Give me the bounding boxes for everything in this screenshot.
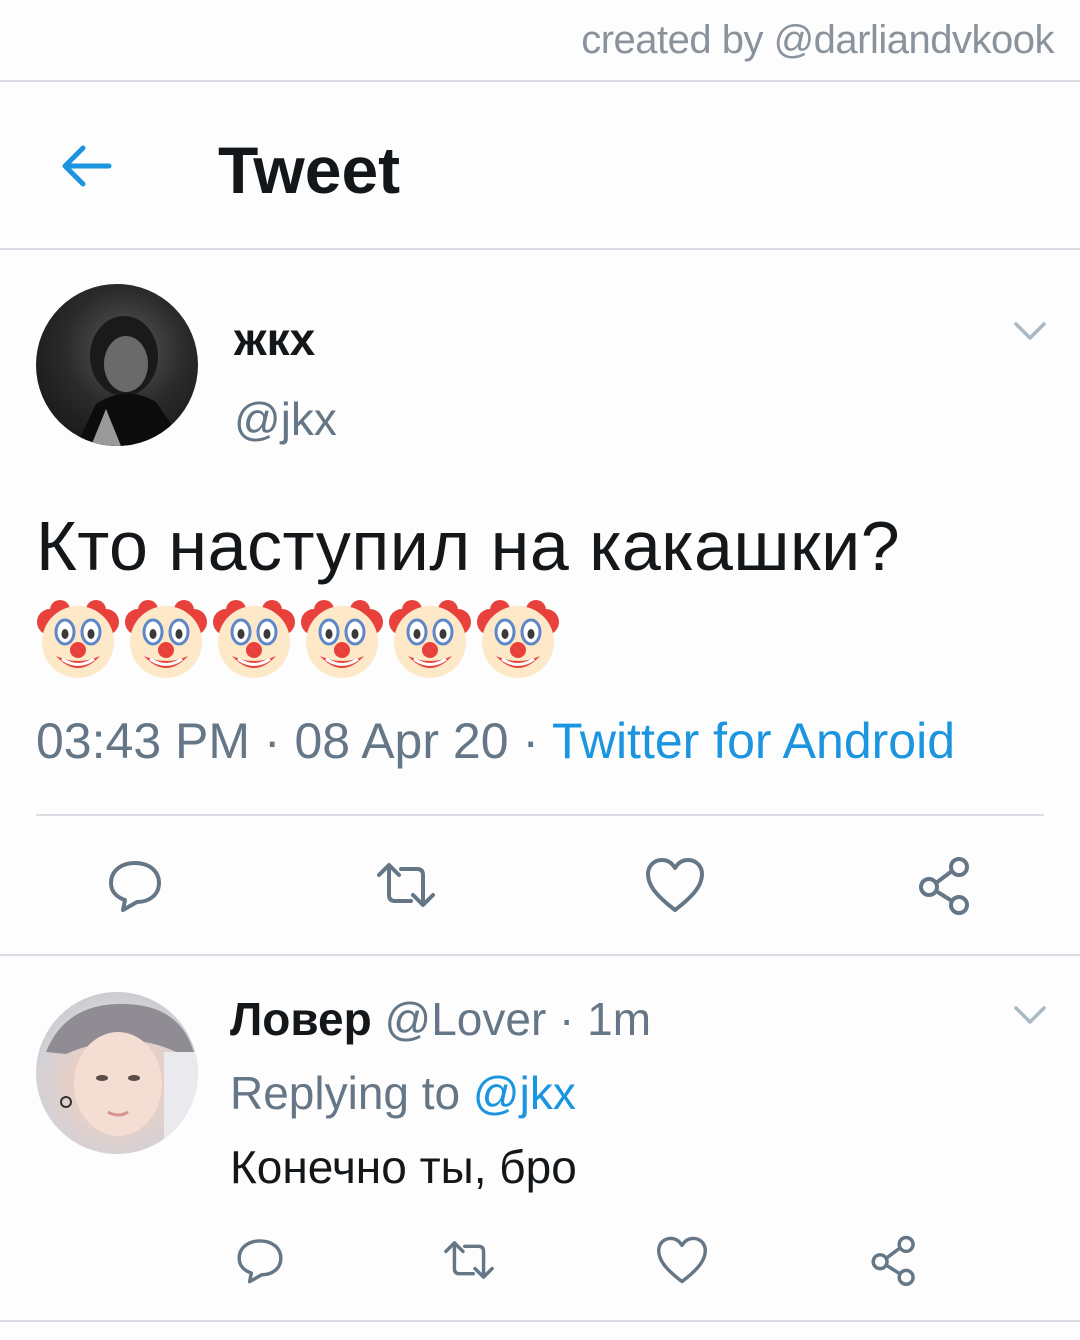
replying-to-mention[interactable]: @jkx: [473, 1067, 576, 1119]
retweet-button[interactable]: [368, 850, 444, 920]
author-name[interactable]: жкх: [234, 312, 315, 366]
tweet-time: 03:43 PM: [36, 713, 251, 769]
like-icon: [656, 1236, 707, 1284]
share-icon: [919, 857, 969, 915]
reply-button[interactable]: [230, 1230, 290, 1290]
author-handle[interactable]: @jkx: [234, 392, 337, 446]
avatar[interactable]: [36, 284, 198, 446]
share-button[interactable]: [864, 1230, 924, 1290]
watermark: created by @darliandvkook: [581, 18, 1054, 62]
reply-time: 1m: [587, 993, 652, 1045]
tweet-text: Кто наступил на какашки?: [36, 507, 901, 585]
arrow-left-icon: [62, 145, 112, 187]
reply-icon: [109, 861, 161, 912]
clown-face-icon: [124, 596, 208, 682]
clown-face-icon: [476, 596, 560, 682]
share-button[interactable]: [910, 850, 980, 920]
reply-icon: [237, 1239, 283, 1284]
clown-face-icon: [36, 596, 120, 682]
divider: [0, 80, 1080, 82]
back-button[interactable]: [50, 136, 120, 196]
avatar-photo: [46, 1003, 198, 1154]
retweet-button[interactable]: [436, 1230, 502, 1290]
like-icon: [646, 858, 704, 912]
separator: ·: [508, 713, 553, 769]
divider: [36, 814, 1044, 816]
retweet-icon: [377, 863, 435, 907]
reply-button[interactable]: [100, 850, 170, 920]
like-button[interactable]: [640, 850, 710, 920]
avatar-photo: [76, 316, 186, 446]
chevron-down-icon: [1014, 1006, 1046, 1024]
chevron-down-icon: [1014, 322, 1046, 340]
page-title: Tweet: [218, 133, 401, 207]
avatar[interactable]: [36, 992, 198, 1154]
emoji-row: [36, 596, 560, 682]
divider: [0, 1320, 1080, 1322]
more-options-button[interactable]: [1010, 1000, 1050, 1030]
clown-face-icon: [212, 596, 296, 682]
clown-face-icon: [300, 596, 384, 682]
reply-author-line: Ловер @Lover · 1m: [230, 992, 651, 1046]
tweet-date: 08 Apr 20: [294, 713, 509, 769]
tweet-screenshot: created by @darliandvkook Tweet жкх @jkx…: [0, 0, 1080, 1340]
separator: ·: [250, 713, 295, 769]
tweet-source-link[interactable]: Twitter for Android: [552, 713, 955, 769]
reply-author-handle[interactable]: @Lover: [385, 993, 547, 1045]
like-button[interactable]: [652, 1230, 712, 1290]
retweet-icon: [444, 1241, 494, 1279]
more-options-button[interactable]: [1010, 316, 1050, 346]
tweet-meta: 03:43 PM · 08 Apr 20 · Twitter for Andro…: [36, 712, 955, 770]
reply-text: Конечно ты, бро: [230, 1141, 577, 1193]
reply-author-name[interactable]: Ловер: [230, 993, 372, 1045]
share-icon: [871, 1235, 915, 1286]
divider: [0, 248, 1080, 250]
divider: [0, 954, 1080, 956]
replying-to-label: Replying to: [230, 1067, 473, 1119]
replying-to-line: Replying to @jkx: [230, 1066, 576, 1120]
clown-face-icon: [388, 596, 472, 682]
separator: ·: [546, 993, 588, 1045]
